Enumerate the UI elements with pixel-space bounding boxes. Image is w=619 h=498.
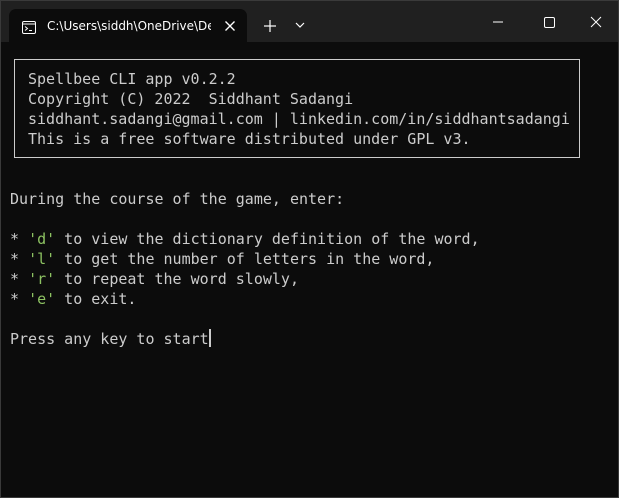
new-tab-button[interactable]	[260, 16, 280, 36]
banner-box: Spellbee CLI app v0.2.2 Copyright (C) 20…	[14, 59, 580, 158]
banner-line-license: This is a free software distributed unde…	[28, 130, 471, 148]
instruction-text: to view the dictionary definition of the…	[55, 230, 480, 248]
bullet: *	[10, 290, 29, 308]
command-key: 'd'	[28, 230, 56, 248]
tab-active[interactable]: C:\Users\siddh\OneDrive\Des	[9, 9, 247, 42]
command-key: 'l'	[28, 250, 56, 268]
minimize-button[interactable]	[485, 9, 511, 35]
maximize-button[interactable]	[536, 9, 562, 35]
plus-icon	[264, 20, 276, 32]
instruction-item: * 'd' to view the dictionary definition …	[10, 229, 480, 249]
instruction-item: * 'e' to exit.	[10, 289, 136, 309]
minimize-icon	[493, 21, 503, 23]
banner-line-contact: siddhant.sadangi@gmail.com | linkedin.co…	[28, 110, 570, 128]
prompt-text: Press any key to start	[10, 330, 209, 348]
instruction-text: to get the number of letters in the word…	[55, 250, 435, 268]
terminal-window: C:\Users\siddh\OneDrive\Des Spellbee CLI…	[0, 0, 619, 498]
title-bar: C:\Users\siddh\OneDrive\Des	[1, 1, 618, 42]
close-window-button[interactable]	[583, 9, 609, 35]
instruction-text: to repeat the word slowly,	[55, 270, 299, 288]
maximize-icon	[544, 17, 555, 28]
terminal-output[interactable]: Spellbee CLI app v0.2.2 Copyright (C) 20…	[1, 42, 618, 497]
close-icon	[590, 16, 602, 28]
bullet: *	[10, 250, 29, 268]
bullet: *	[10, 230, 29, 248]
command-key: 'r'	[28, 270, 56, 288]
terminal-icon	[22, 19, 36, 34]
instructions-intro: During the course of the game, enter:	[10, 190, 345, 208]
banner-line-title: Spellbee CLI app v0.2.2	[28, 70, 236, 88]
prompt-line: Press any key to start	[10, 329, 211, 349]
tab-title: C:\Users\siddh\OneDrive\Des	[47, 19, 211, 33]
instruction-item: * 'r' to repeat the word slowly,	[10, 269, 299, 289]
instruction-text: to exit.	[55, 290, 137, 308]
tab-dropdown-button[interactable]	[292, 17, 308, 33]
text-cursor	[208, 329, 211, 347]
instruction-item: * 'l' to get the number of letters in th…	[10, 249, 434, 269]
chevron-down-icon	[295, 22, 305, 28]
banner-line-copyright: Copyright (C) 2022 Siddhant Sadangi	[28, 90, 354, 108]
bullet: *	[10, 270, 29, 288]
tab-close-icon[interactable]	[222, 18, 238, 34]
command-key: 'e'	[28, 290, 56, 308]
